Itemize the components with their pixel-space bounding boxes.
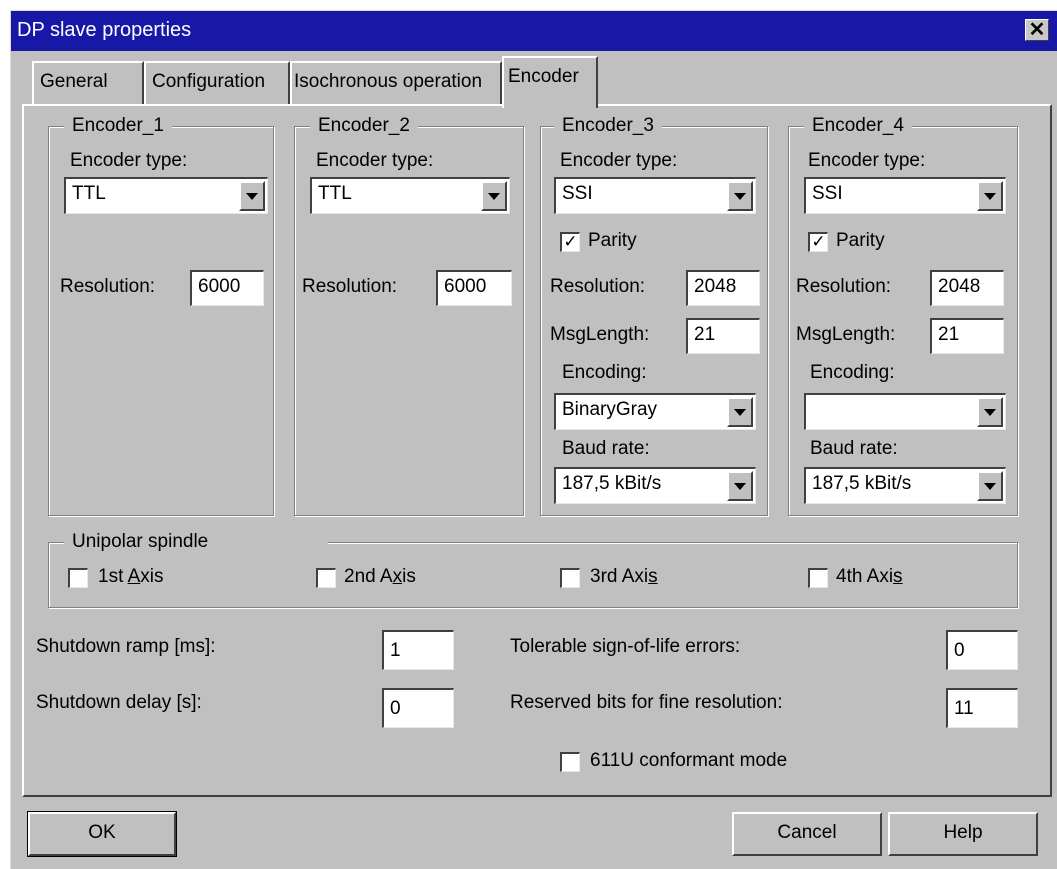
encoder-1-type-label: Encoder type: xyxy=(70,150,188,171)
encoder-4-encoding-label: Encoding: xyxy=(810,362,895,383)
encoder-2-title: Encoder_2 xyxy=(310,116,418,136)
cancel-button[interactable]: Cancel xyxy=(732,812,882,856)
encoder-3-baud-label: Baud rate: xyxy=(562,438,650,459)
encoder-3-baud-value: 187,5 kBit/s xyxy=(562,473,662,494)
encoder-4-baud-select[interactable]: 187,5 kBit/s xyxy=(804,467,1006,504)
encoder-2-type-label: Encoder type: xyxy=(316,150,434,171)
shutdown-ramp-input[interactable]: 1 xyxy=(382,630,454,670)
encoder-4-baud-value: 187,5 kBit/s xyxy=(812,473,912,494)
axis-3-label: 3rd Axis xyxy=(590,566,658,587)
chevron-down-icon[interactable] xyxy=(727,181,753,211)
encoder-4-baud-label: Baud rate: xyxy=(810,438,898,459)
shutdown-delay-input[interactable]: 0 xyxy=(382,688,454,728)
encoder-3-encoding-label: Encoding: xyxy=(562,362,647,383)
tolerable-errors-label: Tolerable sign-of-life errors: xyxy=(510,636,741,657)
encoder-4-parity-checkbox[interactable]: ✓ xyxy=(808,232,828,252)
shutdown-ramp-label: Shutdown ramp [ms]: xyxy=(36,636,216,657)
tab-configuration[interactable]: Configuration xyxy=(144,61,290,106)
tolerable-errors-input[interactable]: 0 xyxy=(946,630,1018,670)
ok-button[interactable]: OK xyxy=(27,811,177,857)
shutdown-delay-label: Shutdown delay [s]: xyxy=(36,692,202,713)
encoder-3-baud-select[interactable]: 187,5 kBit/s xyxy=(554,467,756,504)
encoder-2-resolution-input[interactable]: 6000 xyxy=(436,270,512,306)
encoder-1-resolution-input[interactable]: 6000 xyxy=(190,270,264,306)
chevron-down-icon[interactable] xyxy=(481,181,507,211)
axis-4-checkbox[interactable] xyxy=(808,568,828,588)
encoder-2-resolution-label: Resolution: xyxy=(302,276,398,297)
encoder-4-title: Encoder_4 xyxy=(804,116,912,136)
encoder-3-parity-label: Parity xyxy=(588,230,637,251)
conformant-mode-checkbox[interactable] xyxy=(560,752,580,772)
unipolar-spindle-title: Unipolar spindle xyxy=(64,532,329,552)
axis-4-label: 4th Axis xyxy=(836,566,903,587)
encoder-3-resolution-input[interactable]: 2048 xyxy=(686,270,760,306)
encoder-4-parity-label: Parity xyxy=(836,230,885,251)
encoder-2-type-value: TTL xyxy=(318,183,352,204)
close-icon[interactable]: ✕ xyxy=(1025,19,1049,41)
axis-1-checkbox[interactable] xyxy=(68,568,88,588)
encoder-3-type-select[interactable]: SSI xyxy=(554,177,756,214)
encoder-4-type-select[interactable]: SSI xyxy=(804,177,1006,214)
help-button[interactable]: Help xyxy=(888,812,1038,856)
chevron-down-icon[interactable] xyxy=(727,397,753,427)
encoder-3-resolution-label: Resolution: xyxy=(550,276,646,297)
axis-1-label: 1st Axis xyxy=(98,566,164,587)
reserved-bits-input[interactable]: 11 xyxy=(946,688,1018,728)
axis-3-checkbox[interactable] xyxy=(560,568,580,588)
encoder-3-parity-checkbox[interactable]: ✓ xyxy=(560,232,580,252)
encoder-4-resolution-label: Resolution: xyxy=(796,276,892,297)
conformant-mode-label: 611U conformant mode xyxy=(590,750,788,771)
reserved-bits-label: Reserved bits for fine resolution: xyxy=(510,692,783,713)
encoder-3-type-value: SSI xyxy=(562,183,593,204)
encoder-3-title: Encoder_3 xyxy=(554,116,662,136)
encoder-1-type-select[interactable]: TTL xyxy=(64,177,268,214)
encoder-3-msglength-input[interactable]: 21 xyxy=(686,318,760,354)
window-title: DP slave properties xyxy=(17,19,192,41)
encoder-4-msglength-input[interactable]: 21 xyxy=(930,318,1004,354)
encoder-3-encoding-select[interactable]: BinaryGray xyxy=(554,393,756,430)
encoder-4-encoding-select[interactable] xyxy=(804,393,1006,430)
chevron-down-icon[interactable] xyxy=(977,471,1003,501)
tab-encoder[interactable]: Encoder xyxy=(502,56,598,108)
axis-2-checkbox[interactable] xyxy=(316,568,336,588)
encoder-2-type-select[interactable]: TTL xyxy=(310,177,510,214)
tab-general[interactable]: General xyxy=(32,61,144,106)
tab-isochronous-operation[interactable]: Isochronous operation xyxy=(290,61,502,106)
encoder-1-type-value: TTL xyxy=(72,183,106,204)
chevron-down-icon[interactable] xyxy=(977,397,1003,427)
encoder-3-encoding-value: BinaryGray xyxy=(562,399,658,420)
encoder-3-msglength-label: MsgLength: xyxy=(550,324,650,345)
chevron-down-icon[interactable] xyxy=(977,181,1003,211)
encoder-1-resolution-label: Resolution: xyxy=(60,276,156,297)
axis-2-label: 2nd Axis xyxy=(344,566,416,587)
chevron-down-icon[interactable] xyxy=(239,181,265,211)
encoder-4-resolution-input[interactable]: 2048 xyxy=(930,270,1004,306)
encoder-3-type-label: Encoder type: xyxy=(560,150,678,171)
encoder-4-type-value: SSI xyxy=(812,183,843,204)
encoder-4-type-label: Encoder type: xyxy=(808,150,926,171)
title-bar[interactable]: DP slave properties ✕ xyxy=(11,11,1057,51)
encoder-1-title: Encoder_1 xyxy=(64,116,172,136)
chevron-down-icon[interactable] xyxy=(727,471,753,501)
encoder-4-msglength-label: MsgLength: xyxy=(796,324,896,345)
